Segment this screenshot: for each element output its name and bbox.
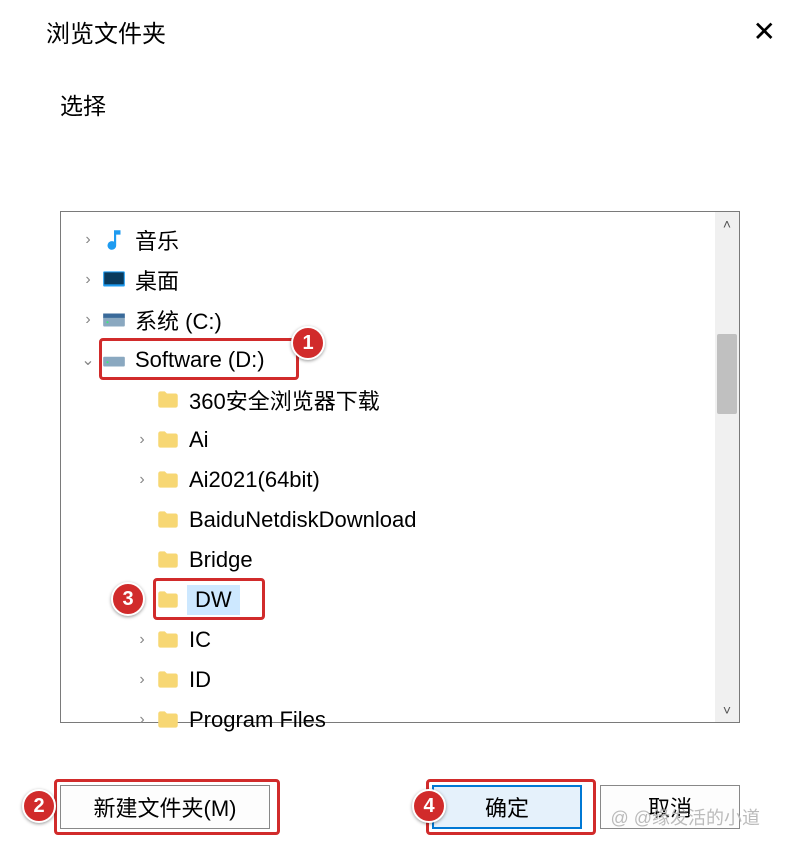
titlebar: 浏览文件夹 ✕ <box>0 0 810 55</box>
new-folder-button[interactable]: 新建文件夹(M) <box>60 785 270 829</box>
tree-item-label: Software (D:) <box>135 347 265 373</box>
tree-item[interactable]: › Ai <box>71 420 739 460</box>
tree-item[interactable]: › Program Files <box>71 700 739 740</box>
tree-item-label: ID <box>189 667 211 693</box>
folder-icon <box>155 667 181 693</box>
folder-icon <box>155 627 181 653</box>
folder-icon <box>155 427 181 453</box>
tree-item[interactable]: 360安全浏览器下载 <box>71 380 739 420</box>
tree-item[interactable]: ⌄Software (D:)1 <box>71 340 739 380</box>
scroll-up-icon[interactable]: ˄ <box>715 212 739 236</box>
tree-item-label: 系统 (C:) <box>135 304 222 336</box>
chevron-right-icon[interactable]: › <box>77 271 99 289</box>
button-row: 2 新建文件夹(M) 4 确定 取消 <box>60 778 740 836</box>
folder-tree-container: › 音乐 › 桌面 › 系统 (C:) ⌄ Software (D:) 1 360安全浏览器下载 ›… <box>60 211 740 723</box>
tree-item-label: Program Files <box>189 707 326 733</box>
tree-item-label: DW <box>187 585 240 615</box>
tree-item-label: IC <box>189 627 211 653</box>
folder-tree[interactable]: › 音乐 › 桌面 › 系统 (C:) ⌄ Software (D:) 1 360安全浏览器下载 ›… <box>61 212 739 740</box>
cancel-button[interactable]: 取消 <box>600 785 740 829</box>
scrollbar[interactable]: ˄ ˅ <box>715 212 739 722</box>
tree-item-label: 音乐 <box>135 224 179 256</box>
tree-item[interactable]: › 系统 (C:) <box>71 300 739 340</box>
folder-icon <box>155 587 181 613</box>
tree-item[interactable]: DW 3 <box>71 580 739 620</box>
drive-sys-icon <box>101 307 127 333</box>
chevron-right-icon[interactable]: › <box>77 311 99 329</box>
chevron-right-icon[interactable]: › <box>131 711 153 729</box>
close-icon[interactable]: ✕ <box>745 18 784 46</box>
tree-item[interactable]: › IC <box>71 620 739 660</box>
tree-item[interactable]: › 桌面 <box>71 260 739 300</box>
dialog-title: 浏览文件夹 <box>46 14 166 49</box>
tree-item[interactable]: › ID <box>71 660 739 700</box>
folder-icon <box>155 547 181 573</box>
tree-item-label: Ai <box>189 427 209 453</box>
music-icon <box>101 227 127 253</box>
tree-item-label: 桌面 <box>135 264 179 296</box>
annotation-badge-2: 2 <box>22 789 56 823</box>
folder-icon <box>155 387 181 413</box>
folder-icon <box>155 507 181 533</box>
chevron-down-icon[interactable]: ⌄ <box>77 350 99 370</box>
tree-item-label: 360安全浏览器下载 <box>189 384 380 416</box>
scroll-thumb[interactable] <box>717 334 737 414</box>
chevron-right-icon[interactable]: › <box>77 231 99 249</box>
chevron-right-icon[interactable]: › <box>131 631 153 649</box>
folder-icon <box>155 707 181 733</box>
chevron-right-icon[interactable]: › <box>131 471 153 489</box>
chevron-right-icon[interactable]: › <box>131 671 153 689</box>
tree-item[interactable]: Bridge <box>71 540 739 580</box>
tree-item[interactable]: BaiduNetdiskDownload <box>71 500 739 540</box>
tree-item[interactable]: › 音乐 <box>71 220 739 260</box>
tree-item-label: BaiduNetdiskDownload <box>189 507 416 533</box>
folder-icon <box>155 467 181 493</box>
browse-folder-dialog: 浏览文件夹 ✕ 选择 › 音乐 › 桌面 › 系统 (C:) ⌄ Software (D:) 1… <box>0 0 810 844</box>
drive-icon <box>101 347 127 373</box>
annotation-badge-4: 4 <box>412 789 446 823</box>
annotation-badge-3: 3 <box>111 582 145 616</box>
annotation-badge-1: 1 <box>291 326 325 360</box>
chevron-right-icon[interactable]: › <box>131 431 153 449</box>
desktop-icon <box>101 267 127 293</box>
ok-button[interactable]: 确定 <box>432 785 582 829</box>
tree-item-label: Bridge <box>189 547 253 573</box>
scroll-down-icon[interactable]: ˅ <box>715 698 739 722</box>
tree-item-label: Ai2021(64bit) <box>189 467 320 493</box>
tree-item[interactable]: › Ai2021(64bit) <box>71 460 739 500</box>
instruction-label: 选择 <box>0 55 810 121</box>
